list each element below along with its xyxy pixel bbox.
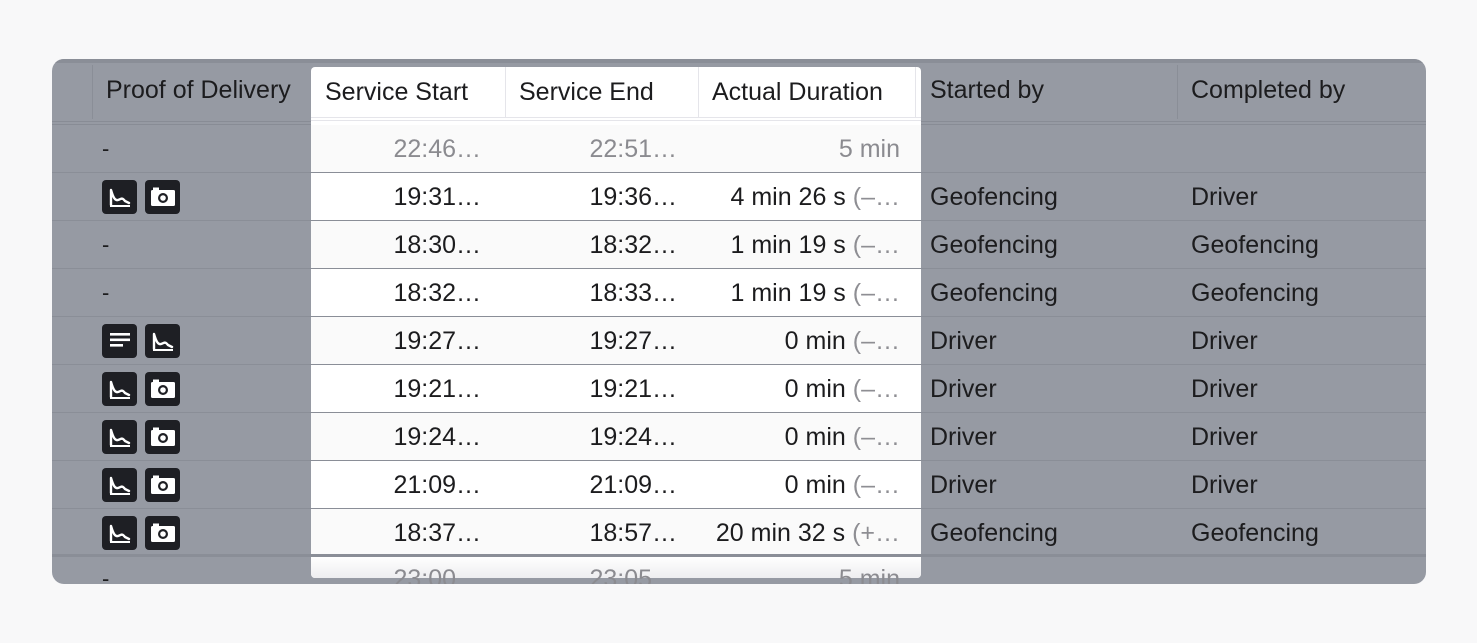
signature-icon[interactable] (102, 420, 137, 454)
actual-duration-cell: 20 min 32 s (+… (700, 509, 900, 557)
duration-value: 4 min 26 s (730, 182, 846, 211)
started-by-cell: Geofencing (930, 230, 1058, 259)
duration-deviation: (+… (852, 518, 900, 547)
duration-deviation: (–… (852, 326, 900, 355)
service-start-cell: 19:27… (393, 326, 481, 355)
camera-icon[interactable] (145, 372, 180, 406)
started-by-cell: Geofencing (930, 278, 1058, 307)
signature-icon[interactable] (102, 516, 137, 550)
service-start-cell: 23:00… (393, 564, 481, 585)
proof-of-delivery-cell: - (102, 136, 110, 161)
proof-of-delivery-cell: - (102, 280, 110, 305)
actual-duration-cell: 4 min 26 s (–… (700, 173, 900, 221)
signature-icon[interactable] (102, 468, 137, 502)
started-by-cell: Driver (930, 374, 997, 403)
proof-of-delivery-cell: - (102, 566, 110, 584)
service-start-cell: 18:30… (393, 230, 481, 259)
camera-icon[interactable] (145, 516, 180, 550)
actual-duration-cell: 0 min (–… (700, 365, 900, 413)
table-row[interactable]: - 22:46… 22:51… 5 min (52, 125, 1426, 173)
completed-by-cell: Geofencing (1191, 278, 1319, 307)
duration-deviation: (–… (852, 182, 900, 211)
proof-of-delivery-cell: - (102, 232, 110, 257)
row-divider (52, 554, 1426, 557)
service-start-cell: 18:32… (393, 278, 481, 307)
duration-deviation: (–… (852, 278, 900, 307)
actual-duration-cell: 0 min (–… (700, 413, 900, 461)
started-by-cell: Driver (930, 470, 997, 499)
actual-duration-cell: 5 min (700, 559, 900, 585)
service-end-cell: 23:05… (589, 564, 677, 585)
completed-by-cell: Geofencing (1191, 518, 1319, 547)
proof-of-delivery-cell (102, 173, 180, 221)
service-start-cell: 21:09… (393, 470, 481, 499)
completed-by-cell: Driver (1191, 374, 1258, 403)
table-row[interactable]: - 23:00… 23:05… 5 min (52, 559, 1426, 585)
signature-icon[interactable] (102, 372, 137, 406)
proof-of-delivery-cell (102, 413, 180, 461)
deliveries-table: Proof of Delivery Started by Completed b… (52, 59, 1426, 584)
service-start-cell: 22:46… (393, 134, 481, 163)
actual-duration-cell: 5 min (700, 125, 900, 173)
proof-of-delivery-cell (102, 509, 180, 557)
service-end-cell: 19:21… (589, 374, 677, 403)
proof-of-delivery-cell (102, 365, 180, 413)
service-start-cell: 19:24… (393, 422, 481, 451)
completed-by-cell: Geofencing (1191, 230, 1319, 259)
proof-of-delivery-cell (102, 317, 180, 365)
duration-value: 0 min (784, 326, 846, 355)
service-end-cell: 18:32… (589, 230, 677, 259)
duration-deviation: (–… (852, 470, 900, 499)
service-end-cell: 19:27… (589, 326, 677, 355)
service-end-cell: 21:09… (589, 470, 677, 499)
service-end-cell: 18:33… (589, 278, 677, 307)
table-body: - 22:46… 22:51… 5 min 19:31… 19:36… 4 mi… (52, 59, 1426, 584)
duration-value: 20 min 32 s (715, 518, 846, 547)
table-row[interactable]: 19:31… 19:36… 4 min 26 s (–… Geofencing … (52, 173, 1426, 221)
duration-value: 0 min (784, 374, 846, 403)
completed-by-cell: Driver (1191, 470, 1258, 499)
service-start-cell: 18:37… (393, 518, 481, 547)
service-end-cell: 18:57… (589, 518, 677, 547)
started-by-cell: Driver (930, 422, 997, 451)
table-row[interactable]: 19:27… 19:27… 0 min (–… Driver Driver (52, 317, 1426, 365)
camera-icon[interactable] (145, 180, 180, 214)
table-row[interactable]: 18:37… 18:57… 20 min 32 s (+… Geofencing… (52, 509, 1426, 557)
table-row[interactable]: 19:21… 19:21… 0 min (–… Driver Driver (52, 365, 1426, 413)
duration-value: 5 min (838, 134, 900, 163)
note-icon[interactable] (102, 324, 137, 358)
duration-deviation: (–… (852, 230, 900, 259)
service-end-cell: 19:24… (589, 422, 677, 451)
service-start-cell: 19:31… (393, 182, 481, 211)
signature-icon[interactable] (102, 180, 137, 214)
duration-value: 0 min (784, 470, 846, 499)
duration-value: 1 min 19 s (730, 278, 846, 307)
started-by-cell: Driver (930, 326, 997, 355)
completed-by-cell: Driver (1191, 326, 1258, 355)
started-by-cell: Geofencing (930, 518, 1058, 547)
table-row[interactable]: - 18:32… 18:33… 1 min 19 s (–… Geofencin… (52, 269, 1426, 317)
actual-duration-cell: 1 min 19 s (–… (700, 221, 900, 269)
table-row[interactable]: 21:09… 21:09… 0 min (–… Driver Driver (52, 461, 1426, 509)
duration-value: 5 min (838, 564, 900, 585)
signature-icon[interactable] (145, 324, 180, 358)
completed-by-cell: Driver (1191, 422, 1258, 451)
service-start-cell: 19:21… (393, 374, 481, 403)
table-row[interactable]: 19:24… 19:24… 0 min (–… Driver Driver (52, 413, 1426, 461)
camera-icon[interactable] (145, 468, 180, 502)
started-by-cell: Geofencing (930, 182, 1058, 211)
proof-of-delivery-cell (102, 461, 180, 509)
service-end-cell: 19:36… (589, 182, 677, 211)
duration-deviation: (–… (852, 374, 900, 403)
table-row[interactable]: - 18:30… 18:32… 1 min 19 s (–… Geofencin… (52, 221, 1426, 269)
service-end-cell: 22:51… (589, 134, 677, 163)
actual-duration-cell: 1 min 19 s (–… (700, 269, 900, 317)
duration-value: 0 min (784, 422, 846, 451)
actual-duration-cell: 0 min (–… (700, 317, 900, 365)
duration-value: 1 min 19 s (730, 230, 846, 259)
camera-icon[interactable] (145, 420, 180, 454)
duration-deviation: (–… (852, 422, 900, 451)
completed-by-cell: Driver (1191, 182, 1258, 211)
actual-duration-cell: 0 min (–… (700, 461, 900, 509)
